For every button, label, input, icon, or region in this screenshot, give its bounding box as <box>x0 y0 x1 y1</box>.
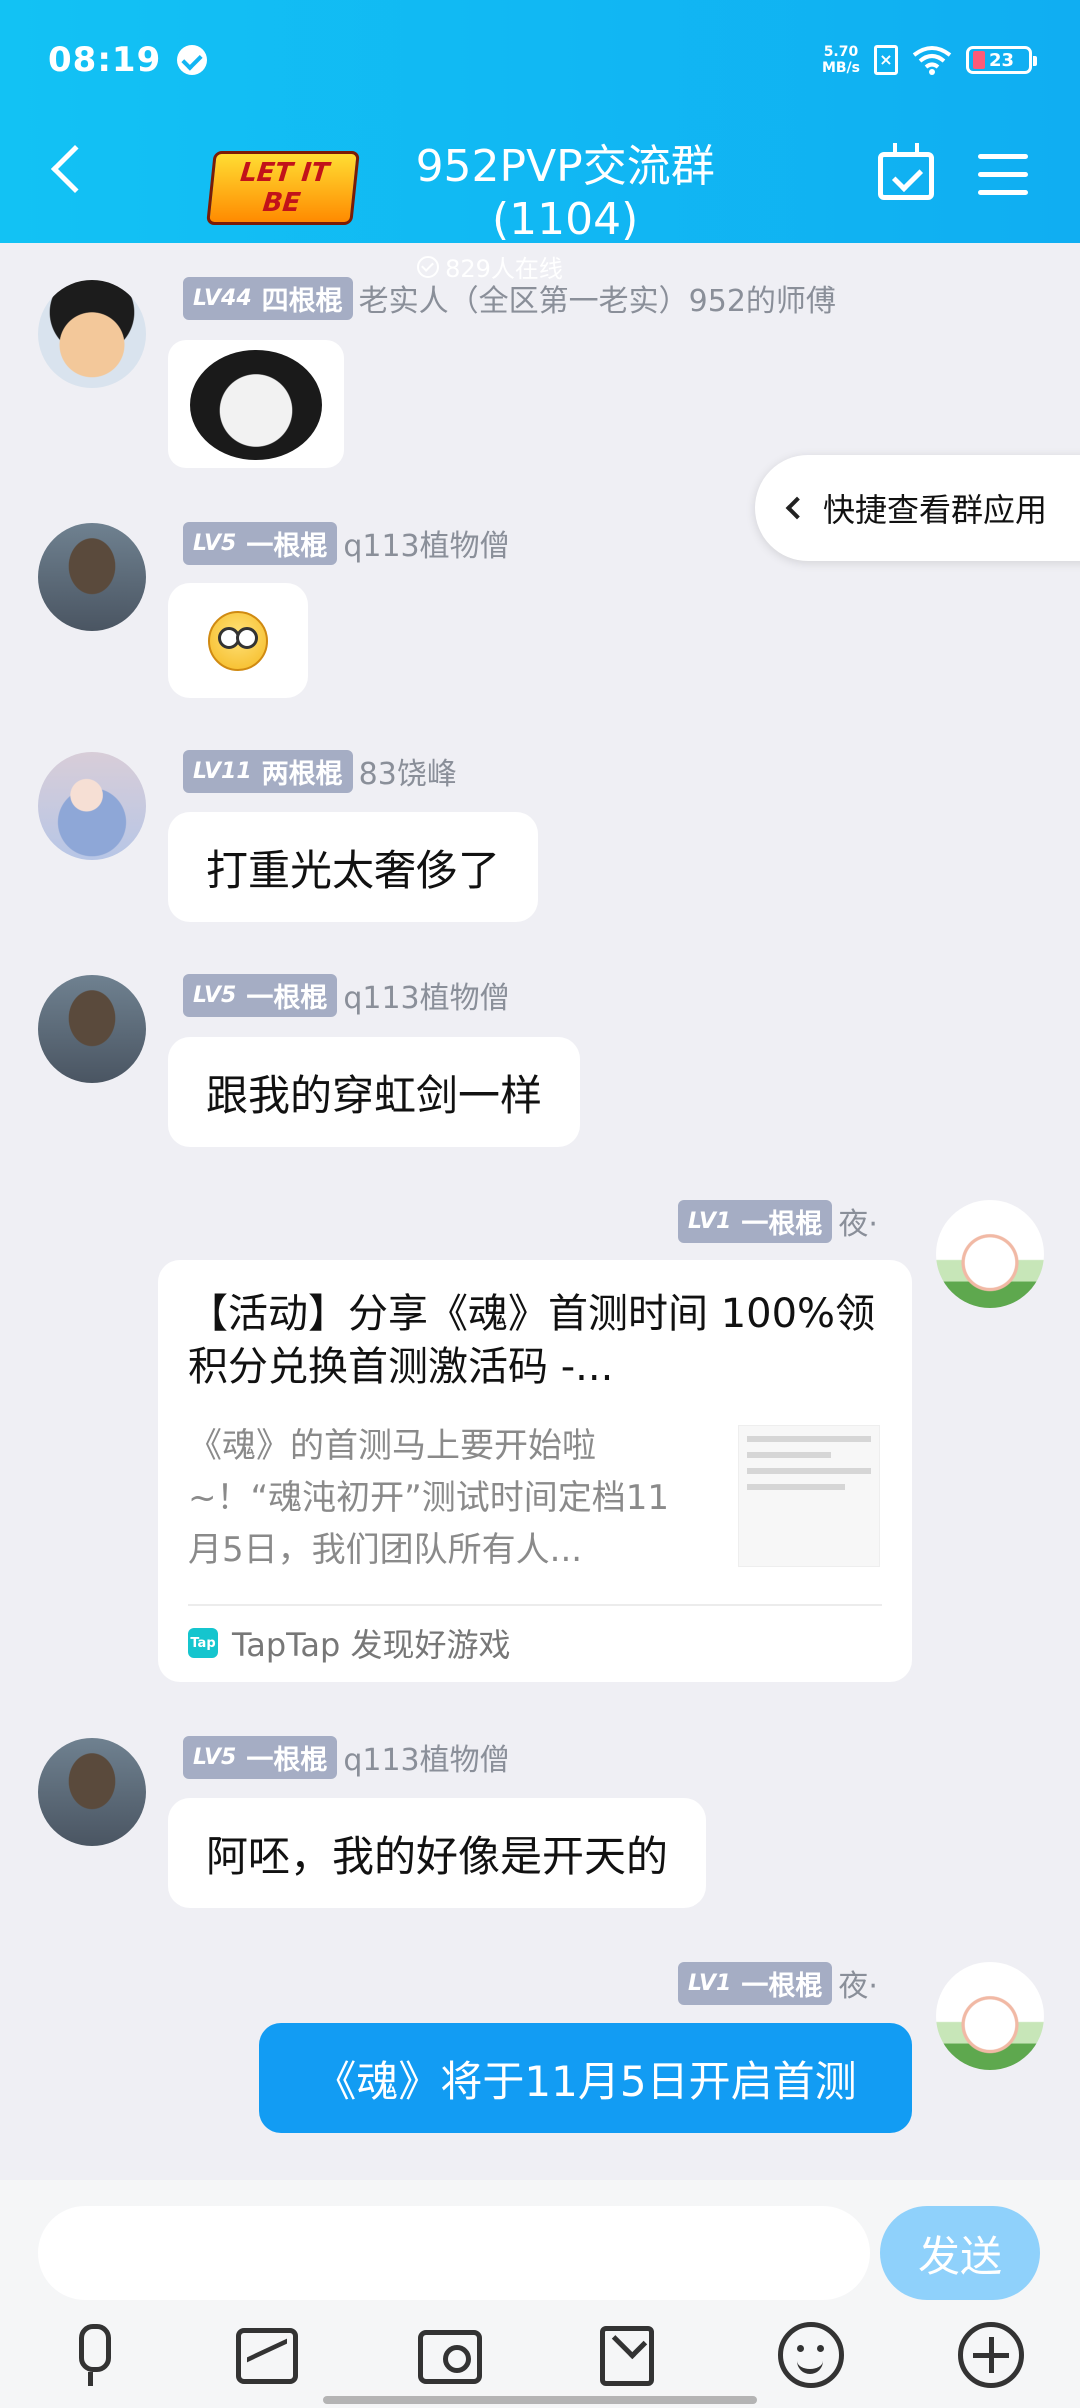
avatar[interactable] <box>936 1200 1044 1308</box>
sender-info: LV1 一根棍 夜· <box>678 1199 878 1243</box>
card-title: 【活动】分享《魂》首测时间 100%领积分兑换首测激活码 -... <box>188 1291 876 1390</box>
sim-off-icon: × <box>874 45 898 75</box>
avatar[interactable] <box>38 1738 146 1846</box>
network-speed: 5.70 MB/s <box>821 44 860 76</box>
sender-name: 83饶峰 <box>358 757 457 792</box>
plus-icon[interactable] <box>958 2322 1024 2388</box>
online-check-icon <box>417 255 440 278</box>
send-button[interactable]: 发送 <box>880 2206 1040 2300</box>
avatar[interactable] <box>38 752 146 860</box>
level-badge: LV5 一根棍 <box>183 1735 338 1779</box>
group-title: 952PVP交流群(1104) <box>415 141 715 245</box>
sender-name: 老实人（全区第一老实）952的师傅 <box>358 284 836 319</box>
message-bubble[interactable]: 打重光太奢侈了 <box>168 812 539 922</box>
message-bubble[interactable]: 阿呸，我的好像是开天的 <box>168 1798 707 1908</box>
red-packet-icon[interactable] <box>600 2326 654 2386</box>
sender-info: LV44 四根棍 老实人（全区第一老实）952的师傅 <box>183 276 836 320</box>
composer-toolbar <box>0 2322 1080 2392</box>
avatar[interactable] <box>936 1962 1044 2070</box>
level-badge: LV1 一根棍 <box>678 1199 833 1243</box>
shocked-emoji-icon <box>208 610 268 671</box>
camera-icon[interactable] <box>418 2330 482 2384</box>
emoji-icon[interactable] <box>778 2322 844 2388</box>
composer: 发送 <box>0 2180 1080 2408</box>
level-badge: LV11 两根棍 <box>183 749 353 793</box>
sender-info: LV5 一根棍 q113植物僧 <box>183 1735 510 1779</box>
status-bar: 08:19 5.70 MB/s × 23 <box>48 38 1037 82</box>
card-source: Tap TapTap 发现好游戏 <box>188 1620 511 1666</box>
avatar[interactable] <box>38 975 146 1083</box>
verified-icon <box>177 45 208 75</box>
sender-info: LV11 两根棍 83饶峰 <box>183 749 457 793</box>
status-icons: 5.70 MB/s × 23 <box>821 44 1037 76</box>
home-indicator[interactable] <box>323 2396 757 2404</box>
checkin-calendar-icon[interactable] <box>878 143 934 200</box>
chat-header: 08:19 5.70 MB/s × 23 LET IT BE 952PVP交流群 <box>0 0 1080 283</box>
microphone-icon[interactable] <box>58 2322 124 2388</box>
level-badge: LV5 一根棍 <box>183 973 338 1017</box>
card-description: 《魂》的首测马上要开始啦~！“魂沌初开”测试时间定档11月5日，我们团队所有人.… <box>188 1426 669 1570</box>
sender-info: LV1 一根棍 夜· <box>678 1961 878 2005</box>
emoji-message[interactable] <box>168 583 308 698</box>
own-message-bubble[interactable]: 《魂》将于11月5日开启首测 <box>259 2023 912 2133</box>
card-thumbnail <box>738 1425 880 1567</box>
quick-group-apps-button[interactable]: 快捷查看群应用 <box>755 455 1080 561</box>
sender-name: 夜· <box>838 1207 878 1242</box>
message-bubble[interactable]: 跟我的穿虹剑一样 <box>168 1037 581 1147</box>
level-badge: LV5 一根棍 <box>183 521 338 565</box>
sender-name: 夜· <box>838 1969 878 2004</box>
battery-icon: 23 <box>966 46 1037 74</box>
sender-info: LV5 一根棍 q113植物僧 <box>183 521 510 565</box>
panda-sticker[interactable] <box>168 340 344 468</box>
avatar[interactable] <box>38 280 146 388</box>
taptap-icon: Tap <box>188 1628 218 1658</box>
level-badge: LV44 四根棍 <box>183 276 353 320</box>
avatar[interactable] <box>38 523 146 631</box>
chevron-left-icon <box>785 496 809 520</box>
link-card[interactable]: 【活动】分享《魂》首测时间 100%领积分兑换首测激活码 -... 《魂》的首测… <box>158 1260 912 1682</box>
level-badge: LV1 一根棍 <box>678 1961 833 2005</box>
sender-name: q113植物僧 <box>343 529 510 564</box>
group-logo: LET IT BE <box>206 150 361 225</box>
card-divider <box>188 1604 882 1606</box>
back-button[interactable] <box>50 144 100 194</box>
status-time: 08:19 <box>48 40 162 80</box>
wifi-icon <box>912 46 952 75</box>
message-input[interactable] <box>38 2206 870 2300</box>
sender-info: LV5 一根棍 q113植物僧 <box>183 973 510 1017</box>
sender-name: q113植物僧 <box>343 1743 510 1778</box>
sender-name: q113植物僧 <box>343 981 510 1016</box>
menu-icon[interactable] <box>978 154 1028 196</box>
image-icon[interactable] <box>236 2328 298 2384</box>
group-title-area[interactable]: LET IT BE 952PVP交流群(1104) 829人在线 <box>206 130 770 284</box>
